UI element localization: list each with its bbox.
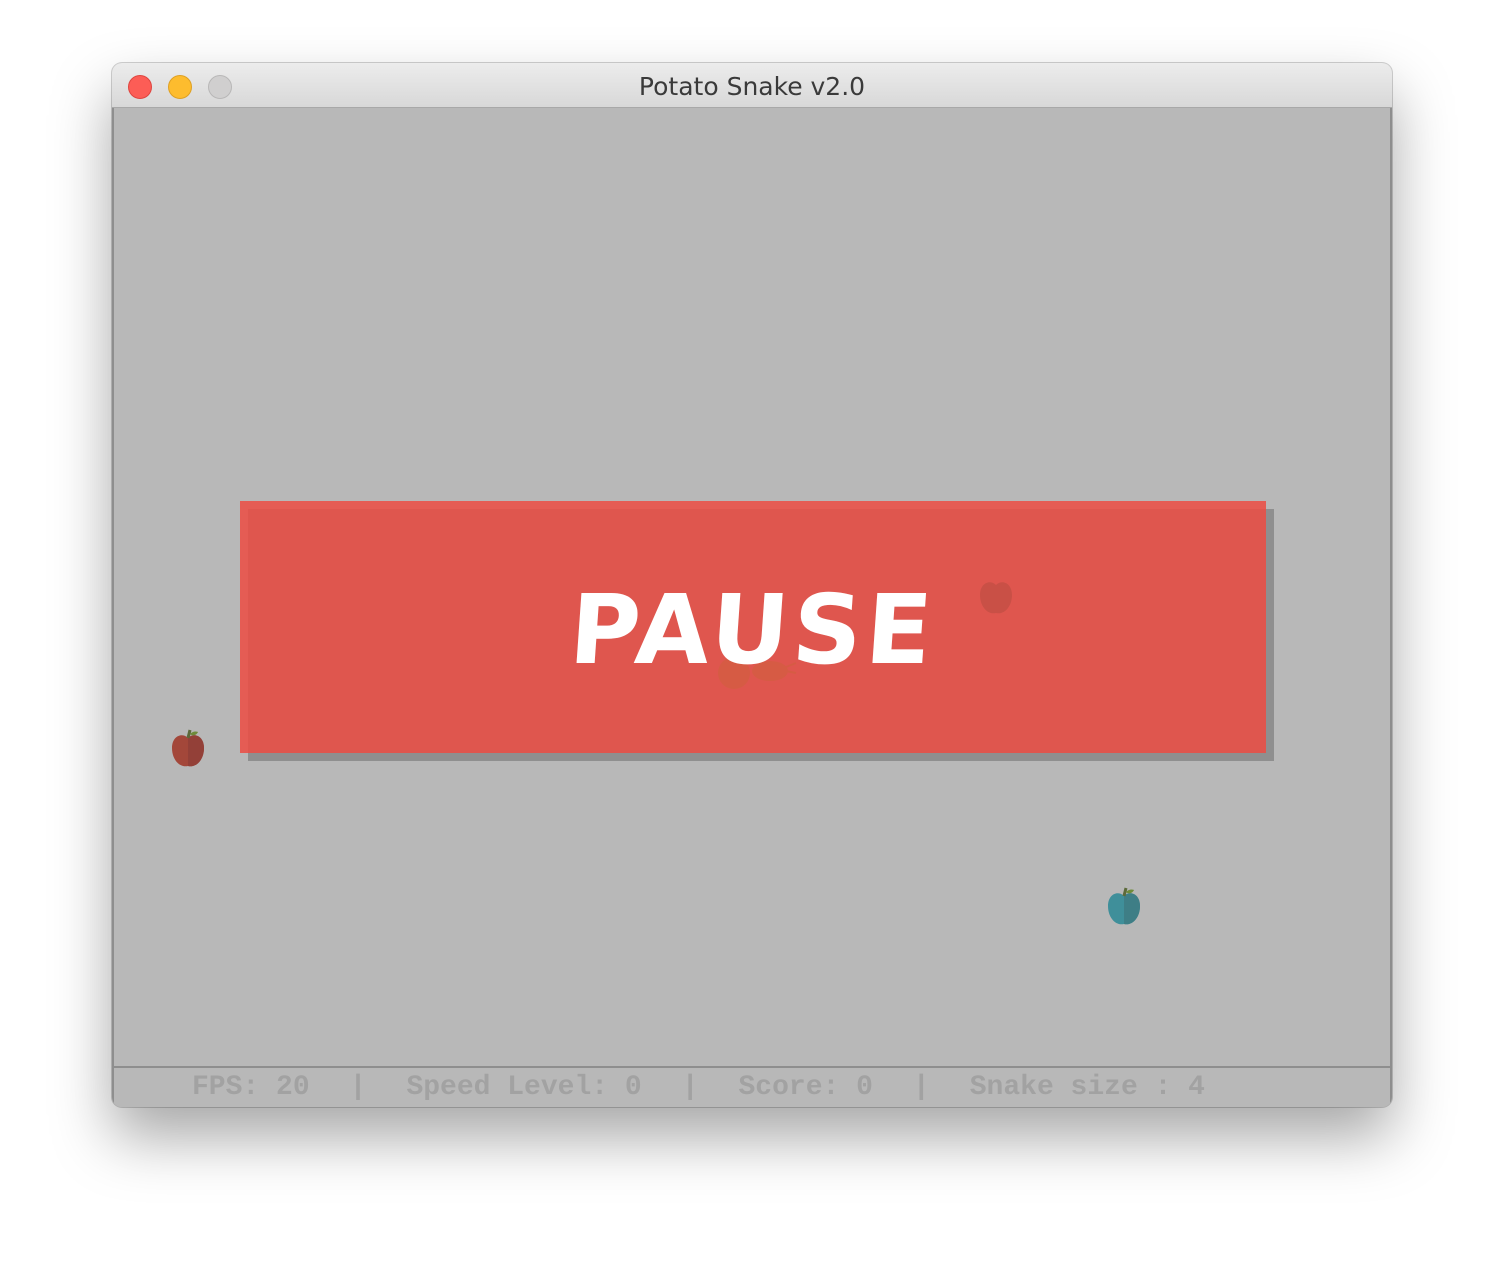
status-bar: FPS: 20 | Speed Level: 0 | Score: 0 | Sn… <box>112 1066 1392 1107</box>
red-apple-icon <box>172 729 204 767</box>
snake-size-readout: Snake size : 4 <box>969 1072 1205 1103</box>
status-separator: | <box>912 1072 930 1103</box>
fps-readout: FPS: 20 <box>192 1072 310 1103</box>
score-readout: Score: 0 <box>738 1072 873 1103</box>
pause-label: PAUSE <box>566 574 940 686</box>
teal-apple-icon <box>1108 887 1140 925</box>
pause-overlay[interactable]: PAUSE <box>240 501 1266 753</box>
game-window: Potato Snake v2.0 PAUSE FPS: 20 | Speed … <box>112 63 1392 1107</box>
status-separator: | <box>681 1072 699 1103</box>
status-separator: | <box>349 1072 367 1103</box>
window-title: Potato Snake v2.0 <box>638 72 866 101</box>
red-apple-icon <box>980 582 1012 614</box>
speed-level-readout: Speed Level: 0 <box>406 1072 642 1103</box>
game-board[interactable]: PAUSE <box>112 108 1392 1066</box>
title-bar[interactable]: Potato Snake v2.0 <box>112 63 1392 108</box>
